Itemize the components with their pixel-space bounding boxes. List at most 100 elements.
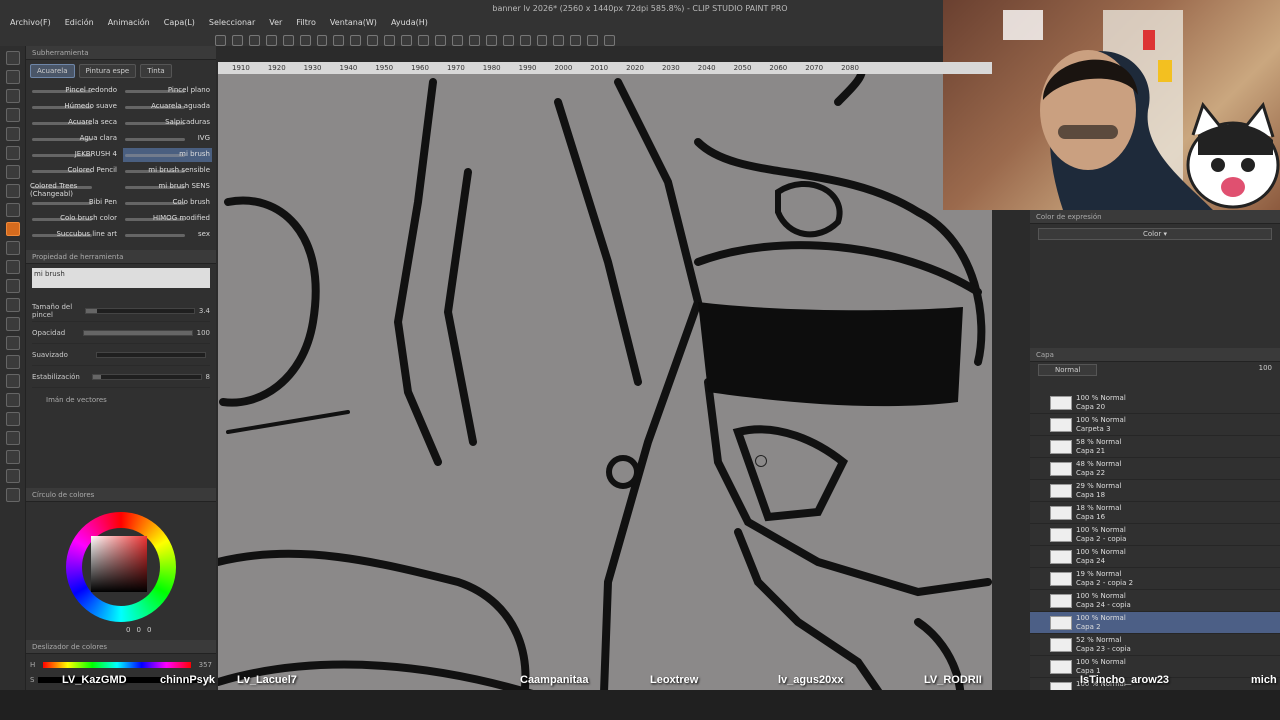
brush-item[interactable]: Colored Pencil (30, 164, 119, 178)
toolbar-icon[interactable] (536, 34, 548, 46)
brush-item[interactable]: mi brush SENS (123, 180, 212, 194)
menu-item[interactable]: Archivo(F) (10, 18, 51, 27)
tool-icon[interactable] (6, 165, 20, 179)
brush-item[interactable]: Colo brush color (30, 212, 119, 226)
layer-row[interactable]: 100 % Normal Capa 2 - copia (1030, 524, 1280, 546)
property-slider[interactable] (91, 373, 202, 380)
tool-icon[interactable] (6, 355, 20, 369)
toolbar-icon[interactable] (434, 34, 446, 46)
layer-row[interactable]: 29 % Normal Capa 18 (1030, 480, 1280, 502)
tool-icon[interactable] (6, 203, 20, 217)
toolbar-icon[interactable] (282, 34, 294, 46)
menu-item[interactable]: Animación (108, 18, 150, 27)
toolbar-icon[interactable] (553, 34, 565, 46)
brush-item[interactable]: Agua clara (30, 132, 119, 146)
subtool-tab[interactable]: Acuarela (30, 64, 75, 78)
layer-row[interactable]: 58 % Normal Capa 21 (1030, 436, 1280, 458)
toolbar-icon[interactable] (418, 34, 429, 46)
tool-icon[interactable] (6, 241, 20, 255)
expression-color-select[interactable]: Color ▾ (1038, 228, 1272, 240)
tool-icon[interactable] (6, 393, 20, 407)
brush-item[interactable]: Húmedo suave (30, 100, 119, 114)
toolbar-icon[interactable] (519, 34, 531, 46)
toolbar-icon[interactable] (384, 34, 396, 46)
subtool-tab[interactable]: Tinta (140, 64, 172, 78)
tool-icon[interactable] (6, 336, 20, 350)
color-wheel[interactable] (66, 512, 176, 622)
brush-item[interactable]: JEKBRUSH 4 (30, 148, 119, 162)
toolbar-icon[interactable] (265, 34, 277, 46)
brush-item[interactable]: Salpicaduras (123, 116, 212, 130)
brush-item[interactable]: Pincel redondo (30, 84, 119, 98)
tool-icon[interactable] (6, 108, 20, 122)
property-slider[interactable] (96, 351, 206, 358)
brush-item[interactable]: HIMOG modified (123, 212, 212, 226)
toolbar-icon[interactable] (333, 34, 345, 46)
toolbar-icon[interactable] (468, 34, 480, 46)
toolbar-icon[interactable] (451, 34, 463, 46)
tool-icon[interactable] (6, 488, 20, 502)
brush-item[interactable]: mi brush sensible (123, 164, 212, 178)
color-square[interactable] (91, 536, 147, 592)
canvas[interactable] (218, 62, 992, 720)
toolbar-icon[interactable] (350, 34, 362, 46)
tool-icon[interactable] (6, 222, 20, 236)
layer-row[interactable]: 48 % Normal Capa 22 (1030, 458, 1280, 480)
brush-item[interactable]: IVG (123, 132, 212, 146)
brush-item[interactable]: Colo brush (123, 196, 212, 210)
tool-icon[interactable] (6, 89, 20, 103)
menu-item[interactable]: Seleccionar (209, 18, 255, 27)
layer-row[interactable]: 100 % Normal Capa 20 (1030, 392, 1280, 414)
tool-icon[interactable] (6, 184, 20, 198)
toolbar-icon[interactable] (401, 34, 413, 46)
tool-icon[interactable] (6, 70, 20, 84)
layer-row[interactable]: 100 % Normal Carpeta 3 (1030, 414, 1280, 436)
menu-item[interactable]: Capa(L) (164, 18, 195, 27)
blend-mode-select[interactable]: Normal (1038, 364, 1098, 376)
subtool-tab[interactable]: Pintura espe (78, 64, 137, 78)
tool-icon[interactable] (6, 450, 20, 464)
menu-item[interactable]: Ver (269, 18, 282, 27)
layer-row[interactable]: 100 % Normal Capa 24 - copia (1030, 590, 1280, 612)
layer-row[interactable]: 52 % Normal Capa 23 - copia (1030, 634, 1280, 656)
toolbar-icon[interactable] (367, 34, 379, 46)
layer-opacity-value[interactable]: 100 (1259, 364, 1272, 376)
toolbar-icon[interactable] (604, 34, 616, 46)
hue-slider[interactable] (43, 662, 191, 668)
toolbar-icon[interactable] (570, 34, 582, 46)
toolbar-icon[interactable] (248, 34, 260, 46)
brush-item[interactable]: Pincel plano (123, 84, 212, 98)
brush-item[interactable]: Colored Trees (Changeabl) (30, 180, 119, 198)
tool-icon[interactable] (6, 279, 20, 293)
toolbar-icon[interactable] (587, 34, 599, 46)
menu-item[interactable]: Ventana(W) (330, 18, 377, 27)
property-value[interactable]: 8 (206, 373, 210, 381)
property-slider[interactable] (82, 329, 193, 336)
tool-icon[interactable] (6, 298, 20, 312)
brush-item[interactable]: Bibi Pen (30, 196, 119, 210)
toolbar-icon[interactable] (231, 34, 243, 46)
brush-item[interactable]: mi brush (123, 148, 212, 162)
tool-icon[interactable] (6, 469, 20, 483)
brush-item[interactable]: Succubus line art (30, 228, 119, 242)
property-value[interactable]: 3.4 (199, 307, 210, 315)
toolbar-icon[interactable] (485, 34, 497, 46)
layer-row[interactable]: 100 % Normal Capa 2 (1030, 612, 1280, 634)
property-slider[interactable] (84, 307, 195, 314)
toolbar-icon[interactable] (215, 34, 226, 46)
tool-icon[interactable] (6, 374, 20, 388)
tool-icon[interactable] (6, 127, 20, 141)
tool-icon[interactable] (6, 51, 20, 65)
tool-icon[interactable] (6, 317, 20, 331)
toolbar-icon[interactable] (316, 34, 328, 46)
layer-row[interactable]: 100 % Normal Capa 24 (1030, 546, 1280, 568)
property-value[interactable]: 100 (197, 329, 210, 337)
toolbar-icon[interactable] (299, 34, 311, 46)
menu-item[interactable]: Ayuda(H) (391, 18, 428, 27)
tool-icon[interactable] (6, 412, 20, 426)
menu-item[interactable]: Filtro (296, 18, 316, 27)
tool-icon[interactable] (6, 431, 20, 445)
brush-item[interactable]: sex (123, 228, 212, 242)
brush-item[interactable]: Acuarela aguada (123, 100, 212, 114)
layer-row[interactable]: 19 % Normal Capa 2 - copia 2 (1030, 568, 1280, 590)
